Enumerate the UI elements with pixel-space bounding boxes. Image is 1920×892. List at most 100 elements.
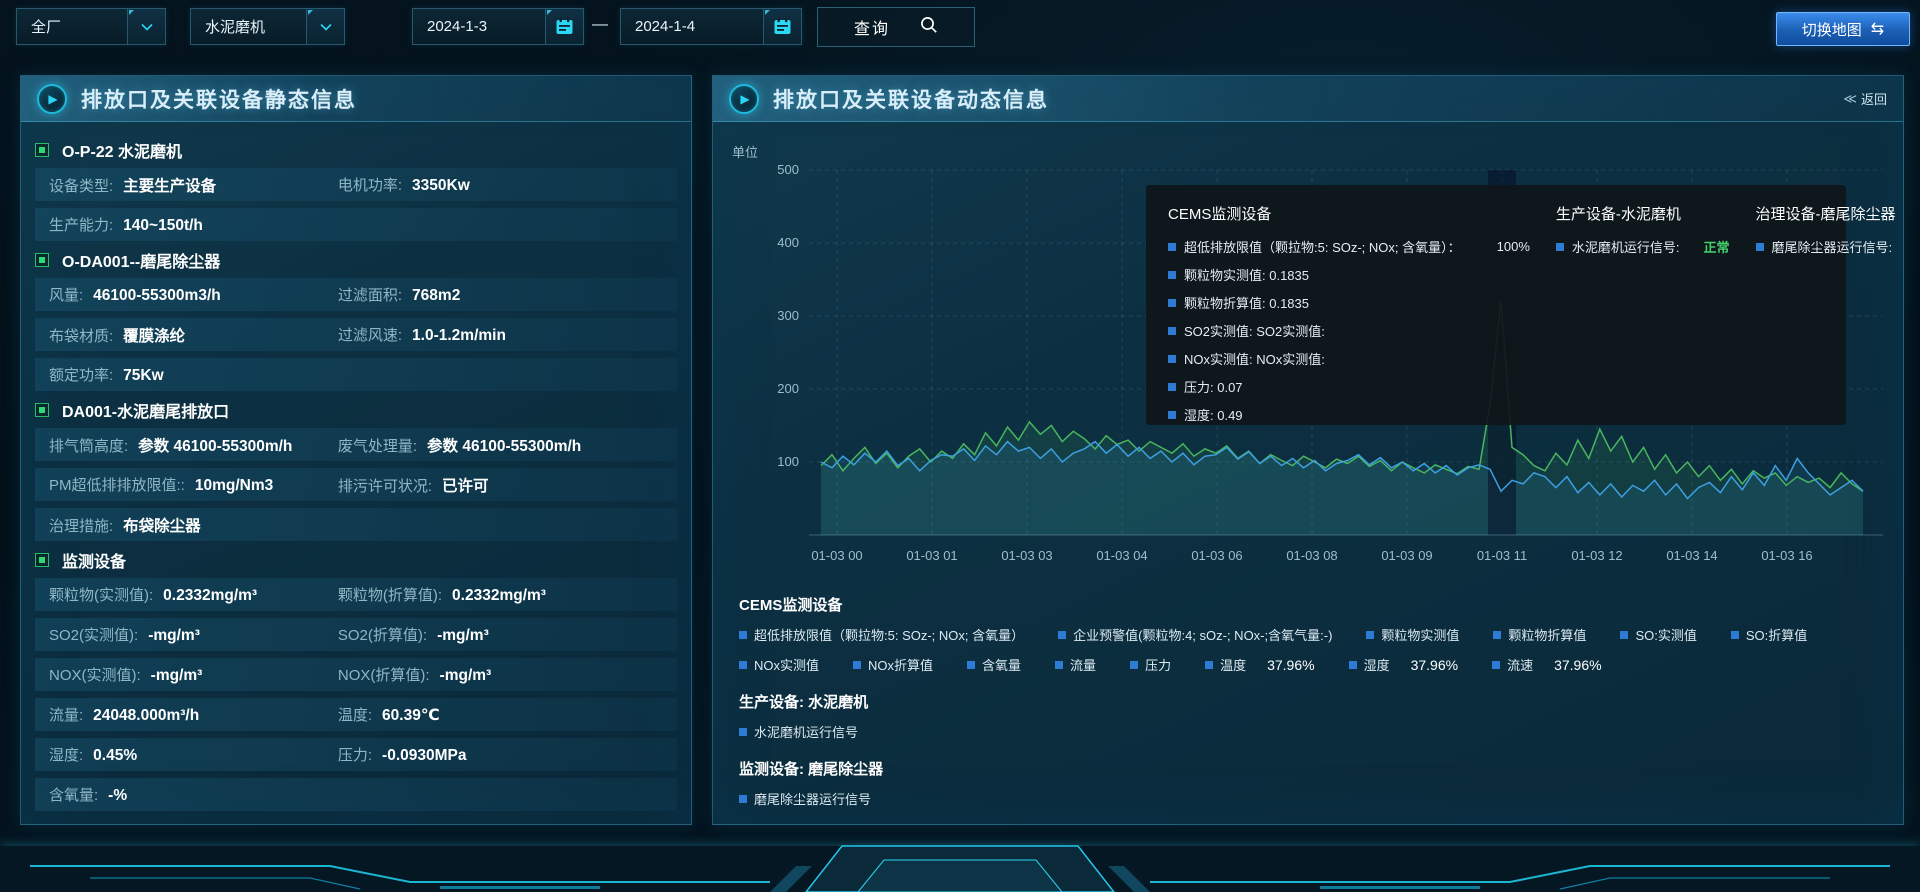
field-value: 0.2332mg/m³: [452, 587, 546, 605]
line-chart[interactable]: 10020030040050001-03 0001-03 0101-03 030…: [713, 156, 1904, 586]
legend-cems-title: CEMS监测设备: [739, 594, 1885, 615]
field-value: 46100-55300m3/h: [93, 287, 221, 305]
field-value: 3350Kw: [412, 177, 470, 195]
legend-item[interactable]: 超低排放限值（颗拉物:5: SOz-; NOx; 含氧量）: [739, 625, 1024, 644]
chevron-down-icon[interactable]: [306, 9, 344, 44]
device-select[interactable]: 水泥磨机: [190, 8, 345, 45]
x-tick-label: 01-03 00: [811, 548, 862, 563]
field-label: 湿度:: [49, 744, 83, 765]
y-tick-label: 200: [777, 381, 799, 396]
field-label: 设备类型:: [49, 175, 113, 196]
legend-item[interactable]: 含氧量: [967, 655, 1021, 674]
field-label: 颗粒物(实测值):: [49, 584, 153, 605]
field-label: 电机功率:: [338, 174, 402, 195]
info-cell: SO2(实测值):-mg/m³: [49, 624, 338, 645]
info-row: 含氧量:-%: [35, 778, 677, 811]
switch-map-label: 切换地图: [1802, 19, 1862, 40]
end-date-picker[interactable]: 2024-1-4: [620, 8, 802, 45]
legend-item[interactable]: NOx实测值: [739, 655, 819, 674]
field-label: SO2(折算值):: [338, 624, 427, 645]
legend-marker-icon: [1620, 631, 1628, 639]
legend-value: 37.96%: [1411, 657, 1458, 673]
field-value: 1.0-1.2m/min: [412, 327, 506, 345]
legend-label: 颗粒物折算值: [1508, 625, 1586, 644]
search-icon: [920, 16, 938, 39]
legend-item[interactable]: 企业预警值(颗粒物:4; sOz-; NOx-;含氧气量:-): [1058, 625, 1332, 644]
date-range-separator: —: [592, 16, 608, 34]
legend-item[interactable]: 压力: [1130, 655, 1171, 674]
field-value: 10mg/Nm3: [195, 477, 273, 495]
x-tick-label: 01-03 16: [1761, 548, 1812, 563]
legend-label: 温度: [1220, 655, 1246, 674]
legend-item[interactable]: NOx折算值: [853, 655, 933, 674]
legend-label: SO:实测值: [1635, 625, 1696, 644]
bullet-icon: [35, 143, 49, 157]
info-cell: 额定功率:75Kw: [49, 364, 338, 385]
legend-marker-icon: [853, 661, 861, 669]
chart-legend: CEMS监测设备 超低排放限值（颗拉物:5: SOz-; NOx; 含氧量） 企业…: [739, 594, 1885, 808]
topbar: 全厂 水泥磨机 2024-1-3 — 2024-1-4: [0, 0, 1920, 54]
info-cell: 布袋材质: 覆膜涤纶: [49, 324, 338, 346]
section-header: 监测设备: [35, 548, 677, 572]
calendar-icon[interactable]: [763, 9, 801, 44]
device-select-value: 水泥磨机: [191, 16, 306, 37]
field-value: 覆膜涤纶: [123, 324, 185, 346]
info-row: PM超低排排放限值::10mg/Nm3排污许可状况:已许可: [35, 468, 677, 501]
info-row: 生产能力: 140~150t/h: [35, 208, 677, 241]
start-date-picker[interactable]: 2024-1-3: [412, 8, 584, 45]
legend-item[interactable]: 流速37.96%: [1492, 655, 1602, 674]
field-label: 布袋材质:: [49, 325, 113, 346]
info-row: 布袋材质:覆膜涤纶过滤风速:1.0-1.2m/min: [35, 318, 677, 351]
x-tick-label: 01-03 06: [1191, 548, 1242, 563]
info-cell: NOX(实测值):-mg/m³: [49, 664, 338, 685]
x-tick-label: 01-03 14: [1666, 548, 1717, 563]
legend-item[interactable]: SO:实测值: [1620, 625, 1696, 644]
x-tick-label: 01-03 04: [1096, 548, 1147, 563]
plant-select[interactable]: 全厂: [16, 8, 166, 45]
query-button[interactable]: 查询: [817, 7, 975, 47]
field-value: -mg/m³: [148, 627, 200, 645]
legend-label: SO:折算值: [1746, 625, 1807, 644]
legend-item[interactable]: 温度 37.96%: [1205, 655, 1315, 674]
legend-label: 流速: [1507, 655, 1533, 674]
legend-item[interactable]: 水泥磨机运行信号: [739, 722, 858, 741]
info-cell: 风量:46100-55300m3/h: [49, 284, 338, 305]
info-cell: 湿度:0.45%: [49, 744, 338, 765]
legend-marker-icon: [739, 728, 747, 736]
calendar-icon[interactable]: [545, 9, 583, 44]
static-info-panel: ▶ 排放口及关联设备静态信息 O-P-22 水泥磨机设备类型:主要生产设备电机功…: [20, 75, 692, 825]
bullet-icon: [35, 553, 49, 567]
legend-label: 企业预警值(颗粒物:4; sOz-; NOx-;含氧气量:-): [1073, 625, 1332, 644]
legend-marker-icon: [1349, 661, 1357, 669]
static-info-title: 排放口及关联设备静态信息: [81, 84, 357, 114]
info-cell: 含氧量:-%: [49, 784, 338, 805]
field-value: 140~150t/h: [123, 217, 203, 235]
field-value: 参数 46100-55300m/h: [427, 434, 581, 456]
plant-select-value: 全厂: [17, 16, 127, 37]
info-cell: 压力:-0.0930MPa: [338, 744, 677, 765]
info-cell: 排污许可状况:已许可: [338, 474, 677, 496]
legend-item[interactable]: SO:折算值: [1731, 625, 1807, 644]
legend-item[interactable]: 湿度37.96%: [1349, 655, 1459, 674]
chevron-down-icon[interactable]: [127, 9, 165, 44]
legend-marker-icon: [739, 631, 747, 639]
legend-value: 37.96%: [1267, 657, 1314, 673]
x-tick-label: 01-03 01: [906, 548, 957, 563]
back-link[interactable]: ≪ 返回: [1843, 89, 1887, 108]
legend-item[interactable]: 颗粒物折算值: [1493, 625, 1586, 644]
section-title: DA001-水泥磨尾排放口: [62, 398, 229, 422]
field-value: 24048.000m³/h: [93, 707, 199, 725]
switch-map-button[interactable]: 切换地图 ⇆: [1776, 12, 1910, 46]
play-icon: ▶: [37, 84, 67, 114]
legend-monitor-title: 监测设备: 磨尾除尘器: [739, 758, 1885, 779]
x-tick-label: 01-03 11: [1477, 548, 1527, 563]
legend-item[interactable]: 流量: [1055, 655, 1096, 674]
legend-item[interactable]: 磨尾除尘器运行信号: [739, 789, 871, 808]
legend-item[interactable]: 颗粒物实测值: [1366, 625, 1459, 644]
field-label: 生产能力:: [49, 214, 113, 235]
field-label: 颗粒物(折算值):: [338, 584, 442, 605]
info-cell: 设备类型:主要生产设备: [49, 174, 338, 196]
info-cell: 生产能力: 140~150t/h: [49, 214, 338, 235]
legend-marker-icon: [1492, 661, 1500, 669]
field-value: 60.39℃: [382, 706, 440, 725]
